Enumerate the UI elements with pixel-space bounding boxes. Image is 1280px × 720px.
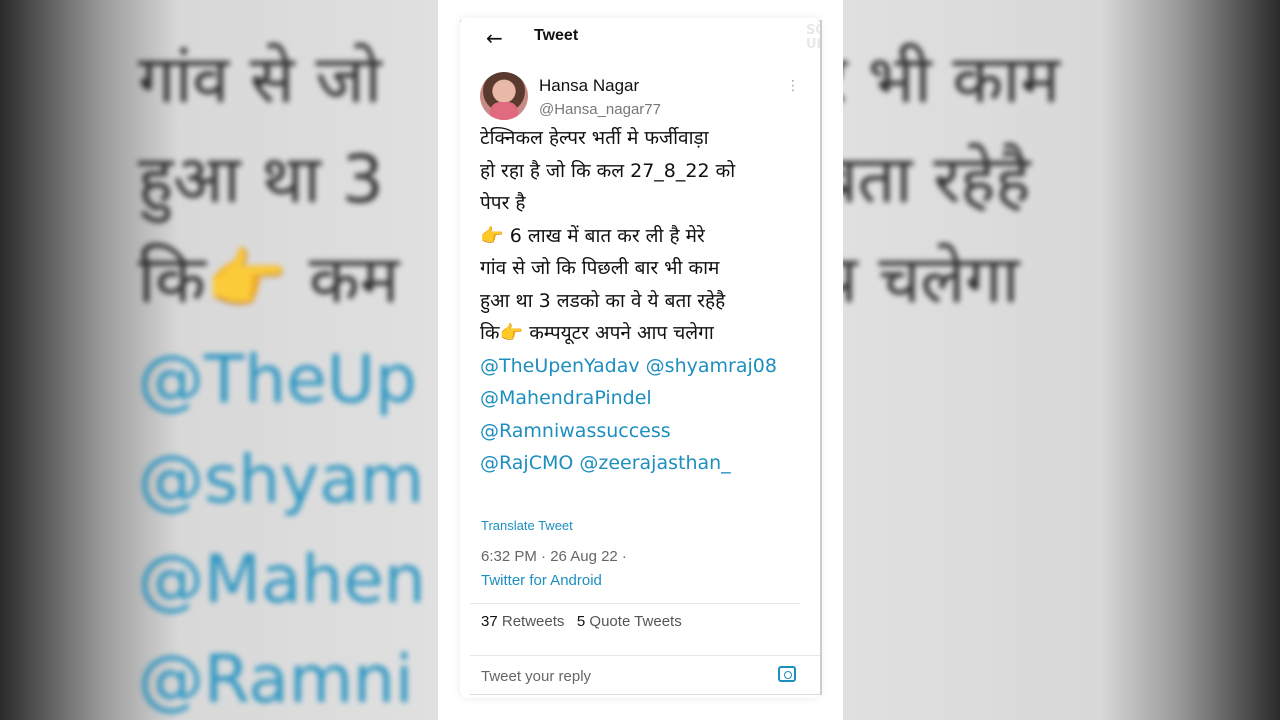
divider — [470, 603, 800, 604]
tweet-line: हुआ था 3 लडको का वे ये बता रहेहै — [480, 289, 726, 312]
mention-link[interactable]: @MahendraPindel — [480, 387, 652, 409]
tweet-line: पेपर है — [480, 192, 526, 214]
tweet-card: ← Tweet SOUP Hansa Nagar @Hansa_nagar77 … — [460, 18, 820, 698]
bg-line: र भी काम — [820, 41, 1060, 118]
bg-line: बता रहेहै — [820, 141, 1031, 218]
mention-link[interactable]: @TheUpenYadav — [480, 355, 640, 377]
page-title: Tweet — [534, 27, 579, 44]
tweet-line: 👉 6 लाख में बात कर ली है मेरे — [480, 224, 705, 247]
tweet-stats: 37 Retweets 5 Quote Tweets — [481, 613, 682, 630]
mention-link[interactable]: @RajCMO @zeerajasthan_ — [480, 452, 731, 474]
mention-link[interactable]: @Ramniwassuccess — [480, 420, 671, 442]
translate-link[interactable]: Translate Tweet — [481, 518, 573, 533]
background-right-text: र भी काम बता रहेहै प चलेगा — [820, 30, 1240, 330]
quotes-label[interactable]: Quote Tweets — [589, 613, 681, 630]
camera-icon[interactable] — [778, 666, 796, 682]
tweet-line: हो रहा है जो कि कल 27_8_22 को — [480, 159, 736, 182]
tweet-line: कि👉 कम्पयूटर अपने आप चलेगा — [480, 322, 714, 344]
tweet-source-link[interactable]: Twitter for Android — [481, 572, 602, 589]
tweet-line: टेक्निकल हेल्पर भर्ती मे फर्जीवाड़ा — [480, 127, 709, 149]
watermark-logo: SOUP — [806, 23, 820, 52]
tweet-line: गांव से जो कि पिछली बार भी काम — [480, 257, 720, 279]
author-handle[interactable]: @Hansa_nagar77 — [539, 101, 661, 118]
avatar[interactable] — [480, 72, 528, 120]
tweet-timestamp: 6:32 PM · 26 Aug 22 · — [481, 548, 627, 565]
back-arrow-icon[interactable]: ← — [486, 26, 503, 50]
more-options-icon[interactable]: ⋮ — [786, 78, 800, 94]
bg-line: प चलेगा — [820, 241, 1020, 318]
divider — [470, 694, 820, 695]
quotes-count[interactable]: 5 — [577, 613, 585, 630]
divider — [470, 655, 820, 656]
reply-input[interactable]: Tweet your reply — [481, 668, 591, 685]
mention-link[interactable]: @shyamraj08 — [646, 355, 777, 377]
phone-content: ← Tweet SOUP Hansa Nagar @Hansa_nagar77 … — [438, 0, 843, 720]
top-bar: ← Tweet SOUP — [460, 18, 820, 58]
retweets-label[interactable]: Retweets — [502, 613, 565, 630]
author-name[interactable]: Hansa Nagar — [539, 76, 639, 96]
tweet-body: टेक्निकल हेल्पर भर्ती मे फर्जीवाड़ा हो र… — [480, 122, 800, 480]
retweets-count[interactable]: 37 — [481, 613, 498, 630]
